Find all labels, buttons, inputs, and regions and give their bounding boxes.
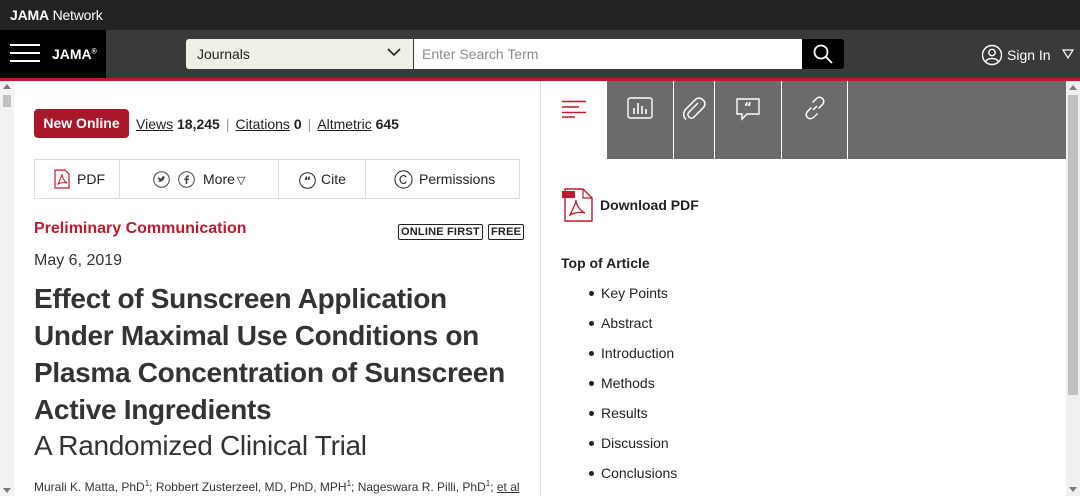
permissions-label: Permissions bbox=[419, 171, 496, 187]
altmetric-score: 645 bbox=[375, 116, 399, 132]
tab-figures[interactable] bbox=[607, 81, 674, 159]
side-panel-tabs: “ bbox=[541, 81, 1066, 159]
author-name[interactable]: Nageswara R. Pilli, PhD bbox=[358, 480, 486, 494]
toc-item[interactable]: Key Points bbox=[589, 285, 677, 315]
author-name[interactable]: Murali K. Matta, PhD bbox=[34, 480, 145, 494]
search-button[interactable] bbox=[802, 39, 844, 69]
chevron-down-icon bbox=[387, 48, 401, 57]
publication-date: May 6, 2019 bbox=[34, 252, 123, 269]
new-online-badge: New Online bbox=[34, 109, 129, 138]
scroll-up-arrow-icon[interactable] bbox=[3, 84, 11, 89]
toc-item[interactable]: Abstract bbox=[589, 315, 677, 345]
hamburger-menu-icon[interactable] bbox=[10, 44, 40, 64]
outline-icon bbox=[562, 100, 586, 118]
pdf-icon bbox=[54, 169, 70, 189]
article-title: Effect of Sunscreen Application Under Ma… bbox=[34, 283, 505, 425]
cite-button[interactable]: “ Cite bbox=[279, 160, 365, 198]
right-scrollbar[interactable] bbox=[1066, 81, 1080, 496]
search-input[interactable] bbox=[414, 39, 802, 69]
scrollbar-thumb[interactable] bbox=[3, 95, 11, 107]
more-button[interactable]: More ▽ bbox=[203, 171, 245, 187]
quote-icon: “ bbox=[299, 172, 316, 189]
tab-outline[interactable] bbox=[541, 81, 607, 159]
author-name[interactable]: Robbert Zusterzeel, MD, PhD, MPH bbox=[156, 480, 347, 494]
attachment-icon bbox=[683, 97, 706, 121]
search-icon bbox=[813, 44, 833, 64]
permissions-button[interactable]: Permissions bbox=[366, 160, 520, 198]
pdf-button[interactable]: PDF bbox=[35, 160, 119, 198]
scroll-up-arrow-icon[interactable] bbox=[1069, 85, 1077, 90]
tab-comments[interactable]: “ bbox=[715, 81, 782, 159]
more-caret-icon: ▽ bbox=[236, 175, 246, 187]
article-subtitle: A Randomized Clinical Trial bbox=[34, 430, 367, 461]
scroll-down-arrow-icon[interactable] bbox=[1069, 487, 1077, 492]
article-metrics: Views 18,245 | Citations 0 | Altmetric 645 bbox=[136, 116, 399, 132]
site-header: JAMA® Journals Sign In bbox=[0, 30, 1080, 78]
citations-link[interactable]: Citations bbox=[235, 116, 289, 132]
online-first-tag: ONLINE FIRST bbox=[398, 224, 483, 240]
journals-dropdown[interactable]: Journals bbox=[186, 39, 413, 69]
et-al-link[interactable]: et al bbox=[497, 480, 520, 494]
pdf-file-icon bbox=[562, 188, 593, 222]
article-main: New Online Views 18,245 | Citations 0 | Altm… bbox=[14, 81, 540, 496]
views-count: 18,245 bbox=[176, 116, 220, 132]
author-list: Murali K. Matta, PhD1; Robbert Zusterzee… bbox=[34, 479, 520, 494]
related-links-icon bbox=[805, 96, 825, 120]
article-toolbar: PDF More ▽ “ Cite Permissions bbox=[34, 159, 520, 199]
download-pdf-label: Download PDF bbox=[600, 197, 699, 213]
comments-icon: “ bbox=[736, 98, 760, 121]
citations-count: 0 bbox=[293, 116, 302, 132]
jama-network-logo[interactable]: JAMA Network bbox=[10, 7, 103, 23]
pdf-label: PDF bbox=[77, 171, 105, 187]
table-of-contents: Key Points Abstract Introduction Methods… bbox=[589, 285, 677, 495]
toc-item[interactable]: Discussion bbox=[589, 435, 677, 465]
scrollbar-thumb[interactable] bbox=[1068, 95, 1078, 395]
svg-text:“: “ bbox=[304, 175, 311, 188]
toc-heading[interactable]: Top of Article bbox=[561, 255, 650, 271]
twitter-icon[interactable] bbox=[153, 171, 170, 188]
facebook-icon[interactable] bbox=[178, 171, 195, 188]
user-circle-icon bbox=[981, 44, 1003, 66]
left-scrollbar[interactable] bbox=[0, 81, 14, 496]
copyright-icon bbox=[394, 170, 413, 189]
side-panel: “ Download PDF Top of Article Key Points… bbox=[541, 81, 1066, 496]
caret-down-icon bbox=[1062, 49, 1074, 60]
network-bar: JAMA Network bbox=[0, 0, 1080, 30]
figures-icon bbox=[627, 97, 653, 119]
journals-dropdown-label: Journals bbox=[197, 46, 250, 62]
sign-in-label: Sign In bbox=[1007, 47, 1051, 63]
tab-related[interactable] bbox=[782, 81, 848, 159]
views-link[interactable]: Views bbox=[136, 116, 173, 132]
svg-text:“: “ bbox=[744, 100, 752, 114]
tab-supplements[interactable] bbox=[674, 81, 715, 159]
article-type-label[interactable]: Preliminary Communication bbox=[34, 220, 247, 238]
scroll-down-arrow-icon[interactable] bbox=[3, 488, 11, 493]
toc-item[interactable]: Results bbox=[589, 405, 677, 435]
altmetric-link[interactable]: Altmetric bbox=[317, 116, 371, 132]
free-tag: FREE bbox=[488, 224, 525, 240]
cite-label: Cite bbox=[321, 171, 346, 187]
logo-block: JAMA® bbox=[0, 30, 106, 78]
download-pdf-link[interactable]: Download PDF bbox=[561, 188, 699, 222]
jama-logo[interactable]: JAMA® bbox=[52, 46, 97, 62]
toc-item[interactable]: Methods bbox=[589, 375, 677, 405]
more-share-group: More ▽ bbox=[120, 160, 278, 198]
toc-item[interactable]: Conclusions bbox=[589, 465, 677, 495]
toc-item[interactable]: Introduction bbox=[589, 345, 677, 375]
